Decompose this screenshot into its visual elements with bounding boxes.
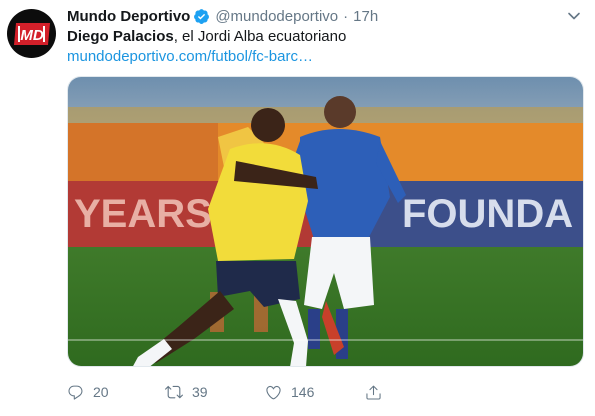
banner-text-years: YEARS — [74, 192, 212, 236]
reply-icon — [68, 385, 83, 400]
tweet-image[interactable]: YEARS FOUNDA — [67, 76, 584, 367]
article-link[interactable]: mundodeportivo.com/futbol/fc-barc… — [67, 47, 313, 67]
share-button[interactable] — [365, 384, 382, 401]
md-logo: MD — [13, 22, 50, 45]
author-name[interactable]: Mundo Deportivo — [67, 8, 190, 25]
tweet-actions: 20 39 146 — [67, 381, 397, 403]
reply-count: 20 — [93, 384, 109, 400]
timestamp[interactable]: 17h — [353, 8, 378, 25]
tweet-text: Diego Palacios, el Jordi Alba ecuatorian… — [67, 27, 346, 47]
avatar[interactable]: MD — [7, 9, 56, 58]
retweet-count: 39 — [192, 384, 208, 400]
banner-text-found: FOUNDA — [402, 192, 573, 236]
football-photo: YEARS FOUNDA — [68, 77, 583, 366]
share-icon — [366, 385, 381, 400]
tweet-text-bold: Diego Palacios — [67, 28, 174, 45]
like-count: 146 — [291, 384, 315, 400]
chevron-down-icon[interactable] — [567, 9, 581, 27]
author-handle[interactable]: @mundodeportivo — [215, 8, 338, 25]
retweet-button[interactable]: 39 — [165, 383, 265, 401]
verified-badge-icon — [193, 8, 210, 25]
tweet-header: Mundo Deportivo @mundodeportivo · 17h — [67, 5, 581, 27]
like-icon — [266, 385, 281, 399]
retweet-icon — [165, 385, 183, 399]
separator-dot: · — [343, 7, 349, 25]
logo-text: MD — [20, 27, 43, 44]
tweet-text-rest: , el Jordi Alba ecuatoriano — [173, 28, 347, 45]
like-button[interactable]: 146 — [265, 384, 365, 401]
reply-button[interactable]: 20 — [67, 384, 165, 401]
